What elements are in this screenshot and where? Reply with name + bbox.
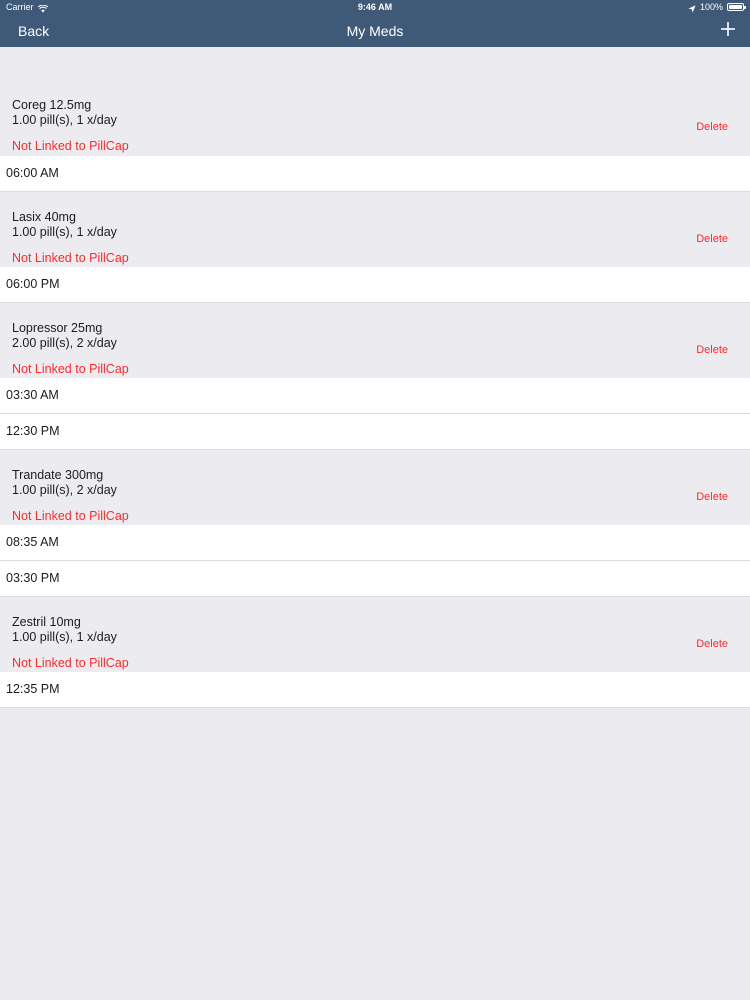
dose-time-row[interactable]: 12:35 PM: [0, 672, 750, 708]
delete-button[interactable]: Delete: [696, 490, 728, 504]
delete-button[interactable]: Delete: [696, 343, 728, 357]
status-time: 9:46 AM: [357, 2, 393, 12]
dose-time-row[interactable]: 03:30 AM: [0, 378, 750, 414]
med-header[interactable]: Lopressor 25mg 2.00 pill(s), 2 x/day Not L…: [0, 311, 750, 378]
med-name: Zestril 10mg: [12, 615, 81, 629]
med-name: Lasix 40mg: [12, 210, 76, 224]
pillcap-link-status: Not Linked to PillCap: [12, 251, 129, 265]
pillcap-link-status: Not Linked to PillCap: [12, 139, 129, 153]
battery-percent: 100%: [699, 2, 723, 12]
back-button[interactable]: Back: [18, 21, 49, 41]
med-dosage: 1.00 pill(s), 1 x/day: [12, 630, 117, 644]
pillcap-link-status: Not Linked to PillCap: [12, 656, 129, 670]
status-right: 100%: [688, 0, 746, 14]
dose-time-row[interactable]: 06:00 AM: [0, 156, 750, 192]
med-name: Coreg 12.5mg: [12, 98, 92, 112]
med-dosage: 1.00 pill(s), 2 x/day: [12, 483, 117, 497]
med-group: Lopressor 25mg 2.00 pill(s), 2 x/day Not L…: [0, 311, 750, 450]
plus-icon: [721, 22, 735, 36]
med-list: Coreg 12.5mg 1.00 pill(s), 1 x/day Not Lin…: [0, 88, 750, 708]
med-header[interactable]: Coreg 12.5mg 1.00 pill(s), 1 x/day Not Lin…: [0, 88, 750, 156]
med-group: Lasix 40mg 1.00 pill(s), 1 x/day Not Linke…: [0, 200, 750, 303]
delete-button[interactable]: Delete: [696, 637, 728, 651]
dose-time-row[interactable]: 08:35 AM: [0, 525, 750, 561]
med-header[interactable]: Trandate 300mg 1.00 pill(s), 2 x/day Not L…: [0, 458, 750, 525]
delete-button[interactable]: Delete: [696, 232, 728, 246]
med-header[interactable]: Lasix 40mg 1.00 pill(s), 1 x/day Not Linke…: [0, 200, 750, 267]
dose-time-row[interactable]: 03:30 PM: [0, 561, 750, 597]
pillcap-link-status: Not Linked to PillCap: [12, 362, 129, 376]
med-header[interactable]: Zestril 10mg 1.00 pill(s), 1 x/day Not Lin…: [0, 605, 750, 672]
page-title: My Meds: [346, 23, 404, 39]
med-dosage: 2.00 pill(s), 2 x/day: [12, 336, 117, 350]
status-bar: Carrier 9:46 AM 100%: [0, 0, 750, 14]
med-dosage: 1.00 pill(s), 1 x/day: [12, 225, 117, 239]
med-group: Coreg 12.5mg 1.00 pill(s), 1 x/day Not Lin…: [0, 88, 750, 192]
dose-time-row[interactable]: 06:00 PM: [0, 267, 750, 303]
location-arrow-icon: [688, 3, 696, 13]
med-name: Lopressor 25mg: [12, 321, 103, 335]
dose-time-row[interactable]: 12:30 PM: [0, 414, 750, 450]
page-title-wrap: My Meds: [0, 21, 750, 41]
navigation-bar: Carrier 9:46 AM 100% Back My Meds: [0, 0, 750, 47]
pillcap-link-status: Not Linked to PillCap: [12, 509, 129, 523]
battery-icon: [727, 3, 746, 11]
med-name: Trandate 300mg: [12, 468, 104, 482]
add-med-button[interactable]: [720, 21, 736, 37]
med-group: Zestril 10mg 1.00 pill(s), 1 x/day Not Lin…: [0, 605, 750, 708]
delete-button[interactable]: Delete: [696, 120, 728, 134]
battery-fill: [729, 5, 742, 9]
med-dosage: 1.00 pill(s), 1 x/day: [12, 113, 117, 127]
med-group: Trandate 300mg 1.00 pill(s), 2 x/day Not L…: [0, 458, 750, 597]
